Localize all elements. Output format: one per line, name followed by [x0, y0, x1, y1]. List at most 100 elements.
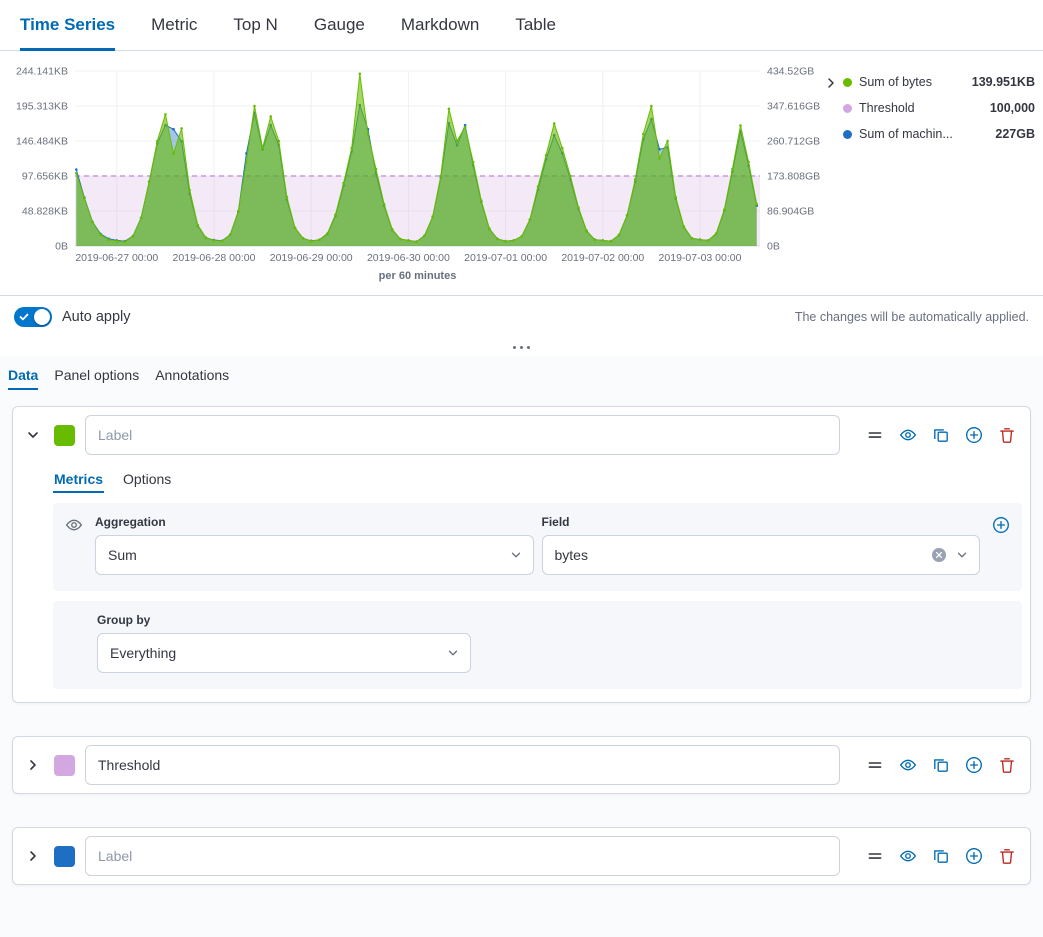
- drag-handle-icon[interactable]: [866, 426, 884, 444]
- clone-icon[interactable]: [932, 847, 950, 865]
- metric-row: Aggregation Sum Field bytes: [53, 503, 1022, 591]
- check-icon: [19, 312, 29, 322]
- svg-text:173.808GB: 173.808GB: [767, 171, 820, 183]
- legend-label: Sum of machin...: [859, 127, 988, 141]
- auto-apply-bar: Auto apply The changes will be automatic…: [0, 295, 1043, 337]
- svg-text:86.904GB: 86.904GB: [767, 206, 814, 218]
- svg-text:2019-07-03 00:00: 2019-07-03 00:00: [659, 252, 742, 264]
- metric-visibility-eye-icon[interactable]: [65, 516, 83, 575]
- add-series-icon[interactable]: [965, 847, 983, 865]
- tab-time-series[interactable]: Time Series: [20, 0, 115, 50]
- drag-handle-icon[interactable]: [866, 756, 884, 774]
- add-metric-icon[interactable]: [992, 516, 1010, 575]
- group-by-value: Everything: [110, 645, 176, 661]
- series-color-swatch[interactable]: [54, 846, 75, 867]
- svg-text:2019-07-02 00:00: 2019-07-02 00:00: [561, 252, 644, 264]
- field-field: Field bytes: [542, 515, 981, 575]
- series-panel-1: Metrics Options Aggregation Sum: [12, 406, 1031, 703]
- svg-text:434.52GB: 434.52GB: [767, 66, 814, 78]
- aggregation-select[interactable]: Sum: [95, 535, 534, 575]
- legend-label: Sum of bytes: [859, 75, 965, 89]
- legend-item-threshold[interactable]: Threshold 100,000: [843, 101, 1035, 115]
- field-label: Field: [542, 515, 981, 529]
- svg-text:195.313KB: 195.313KB: [16, 101, 68, 113]
- svg-text:0B: 0B: [55, 241, 68, 253]
- panel-resize-handle[interactable]: [0, 337, 1043, 356]
- chevron-down-icon: [955, 548, 969, 562]
- expand-toggle-icon[interactable]: [22, 754, 44, 776]
- legend-dot-blue: [843, 130, 852, 139]
- legend-value: 100,000: [990, 101, 1035, 115]
- editor-tabs: Data Panel options Annotations: [0, 356, 1043, 394]
- legend-value: 139.951KB: [972, 75, 1035, 89]
- svg-text:260.712GB: 260.712GB: [767, 136, 820, 148]
- legend-collapse-icon[interactable]: [823, 75, 839, 91]
- group-by-select[interactable]: Everything: [97, 633, 471, 673]
- series-actions: [866, 756, 1016, 774]
- group-by-label: Group by: [97, 613, 1010, 627]
- chevron-down-icon: [509, 548, 523, 562]
- series-label-input[interactable]: [85, 836, 840, 876]
- delete-icon[interactable]: [998, 756, 1016, 774]
- add-series-icon[interactable]: [965, 426, 983, 444]
- series-label-input[interactable]: [85, 415, 840, 455]
- clone-icon[interactable]: [932, 426, 950, 444]
- expand-toggle-icon[interactable]: [22, 845, 44, 867]
- field-combobox[interactable]: bytes: [542, 535, 981, 575]
- clear-field-icon[interactable]: [931, 547, 947, 563]
- group-by-row: Group by Everything: [53, 601, 1022, 689]
- tab-annotations[interactable]: Annotations: [155, 356, 229, 394]
- tab-panel-options[interactable]: Panel options: [54, 356, 139, 394]
- series-actions: [866, 426, 1016, 444]
- add-series-icon[interactable]: [965, 756, 983, 774]
- legend-value: 227GB: [995, 127, 1035, 141]
- clone-icon[interactable]: [932, 756, 950, 774]
- series-actions: [866, 847, 1016, 865]
- legend-item-sum-of-bytes[interactable]: Sum of bytes 139.951KB: [843, 75, 1035, 89]
- svg-text:2019-06-29 00:00: 2019-06-29 00:00: [270, 252, 353, 264]
- auto-apply-hint: The changes will be automatically applie…: [795, 310, 1029, 324]
- tab-metric[interactable]: Metric: [151, 0, 197, 50]
- time-series-chart: 2019-06-27 00:002019-06-28 00:002019-06-…: [0, 51, 1043, 295]
- aggregation-label: Aggregation: [95, 515, 534, 529]
- svg-text:244.141KB: 244.141KB: [16, 66, 68, 78]
- tab-markdown[interactable]: Markdown: [401, 0, 479, 50]
- legend-item-sum-of-machines[interactable]: Sum of machin... 227GB: [843, 127, 1035, 141]
- eye-icon[interactable]: [899, 756, 917, 774]
- delete-icon[interactable]: [998, 847, 1016, 865]
- series-header: [13, 828, 1030, 884]
- tab-top-n[interactable]: Top N: [233, 0, 277, 50]
- tab-options[interactable]: Options: [122, 463, 172, 497]
- series-label-input[interactable]: [85, 745, 840, 785]
- drag-handle-icon[interactable]: [866, 847, 884, 865]
- svg-text:347.616GB: 347.616GB: [767, 101, 820, 113]
- visualization-type-tabs: Time Series Metric Top N Gauge Markdown …: [0, 0, 1043, 51]
- auto-apply-label: Auto apply: [62, 309, 131, 325]
- tab-metrics[interactable]: Metrics: [53, 463, 104, 497]
- series-panel-2: [12, 736, 1031, 794]
- chart-legend: Sum of bytes 139.951KB Threshold 100,000…: [843, 75, 1035, 141]
- eye-icon[interactable]: [899, 847, 917, 865]
- svg-text:0B: 0B: [767, 241, 780, 253]
- auto-apply-switch[interactable]: [14, 307, 52, 327]
- svg-text:per 60 minutes: per 60 minutes: [379, 270, 457, 282]
- svg-text:146.484KB: 146.484KB: [16, 136, 68, 148]
- svg-text:48.828KB: 48.828KB: [22, 206, 68, 218]
- series-header: [13, 737, 1030, 793]
- collapse-toggle-icon[interactable]: [22, 424, 44, 446]
- chart-canvas[interactable]: 2019-06-27 00:002019-06-28 00:002019-06-…: [0, 51, 860, 287]
- series-color-swatch[interactable]: [54, 425, 75, 446]
- series-config-tabs: Metrics Options: [13, 463, 1030, 497]
- series-color-swatch[interactable]: [54, 755, 75, 776]
- delete-icon[interactable]: [998, 426, 1016, 444]
- field-value: bytes: [555, 547, 588, 563]
- series-panel-3: [12, 827, 1031, 885]
- tab-table[interactable]: Table: [515, 0, 556, 50]
- svg-text:2019-06-27 00:00: 2019-06-27 00:00: [75, 252, 158, 264]
- tab-gauge[interactable]: Gauge: [314, 0, 365, 50]
- tab-data[interactable]: Data: [8, 356, 38, 394]
- chevron-down-icon: [446, 646, 460, 660]
- legend-label: Threshold: [859, 101, 983, 115]
- aggregation-value: Sum: [108, 547, 137, 563]
- eye-icon[interactable]: [899, 426, 917, 444]
